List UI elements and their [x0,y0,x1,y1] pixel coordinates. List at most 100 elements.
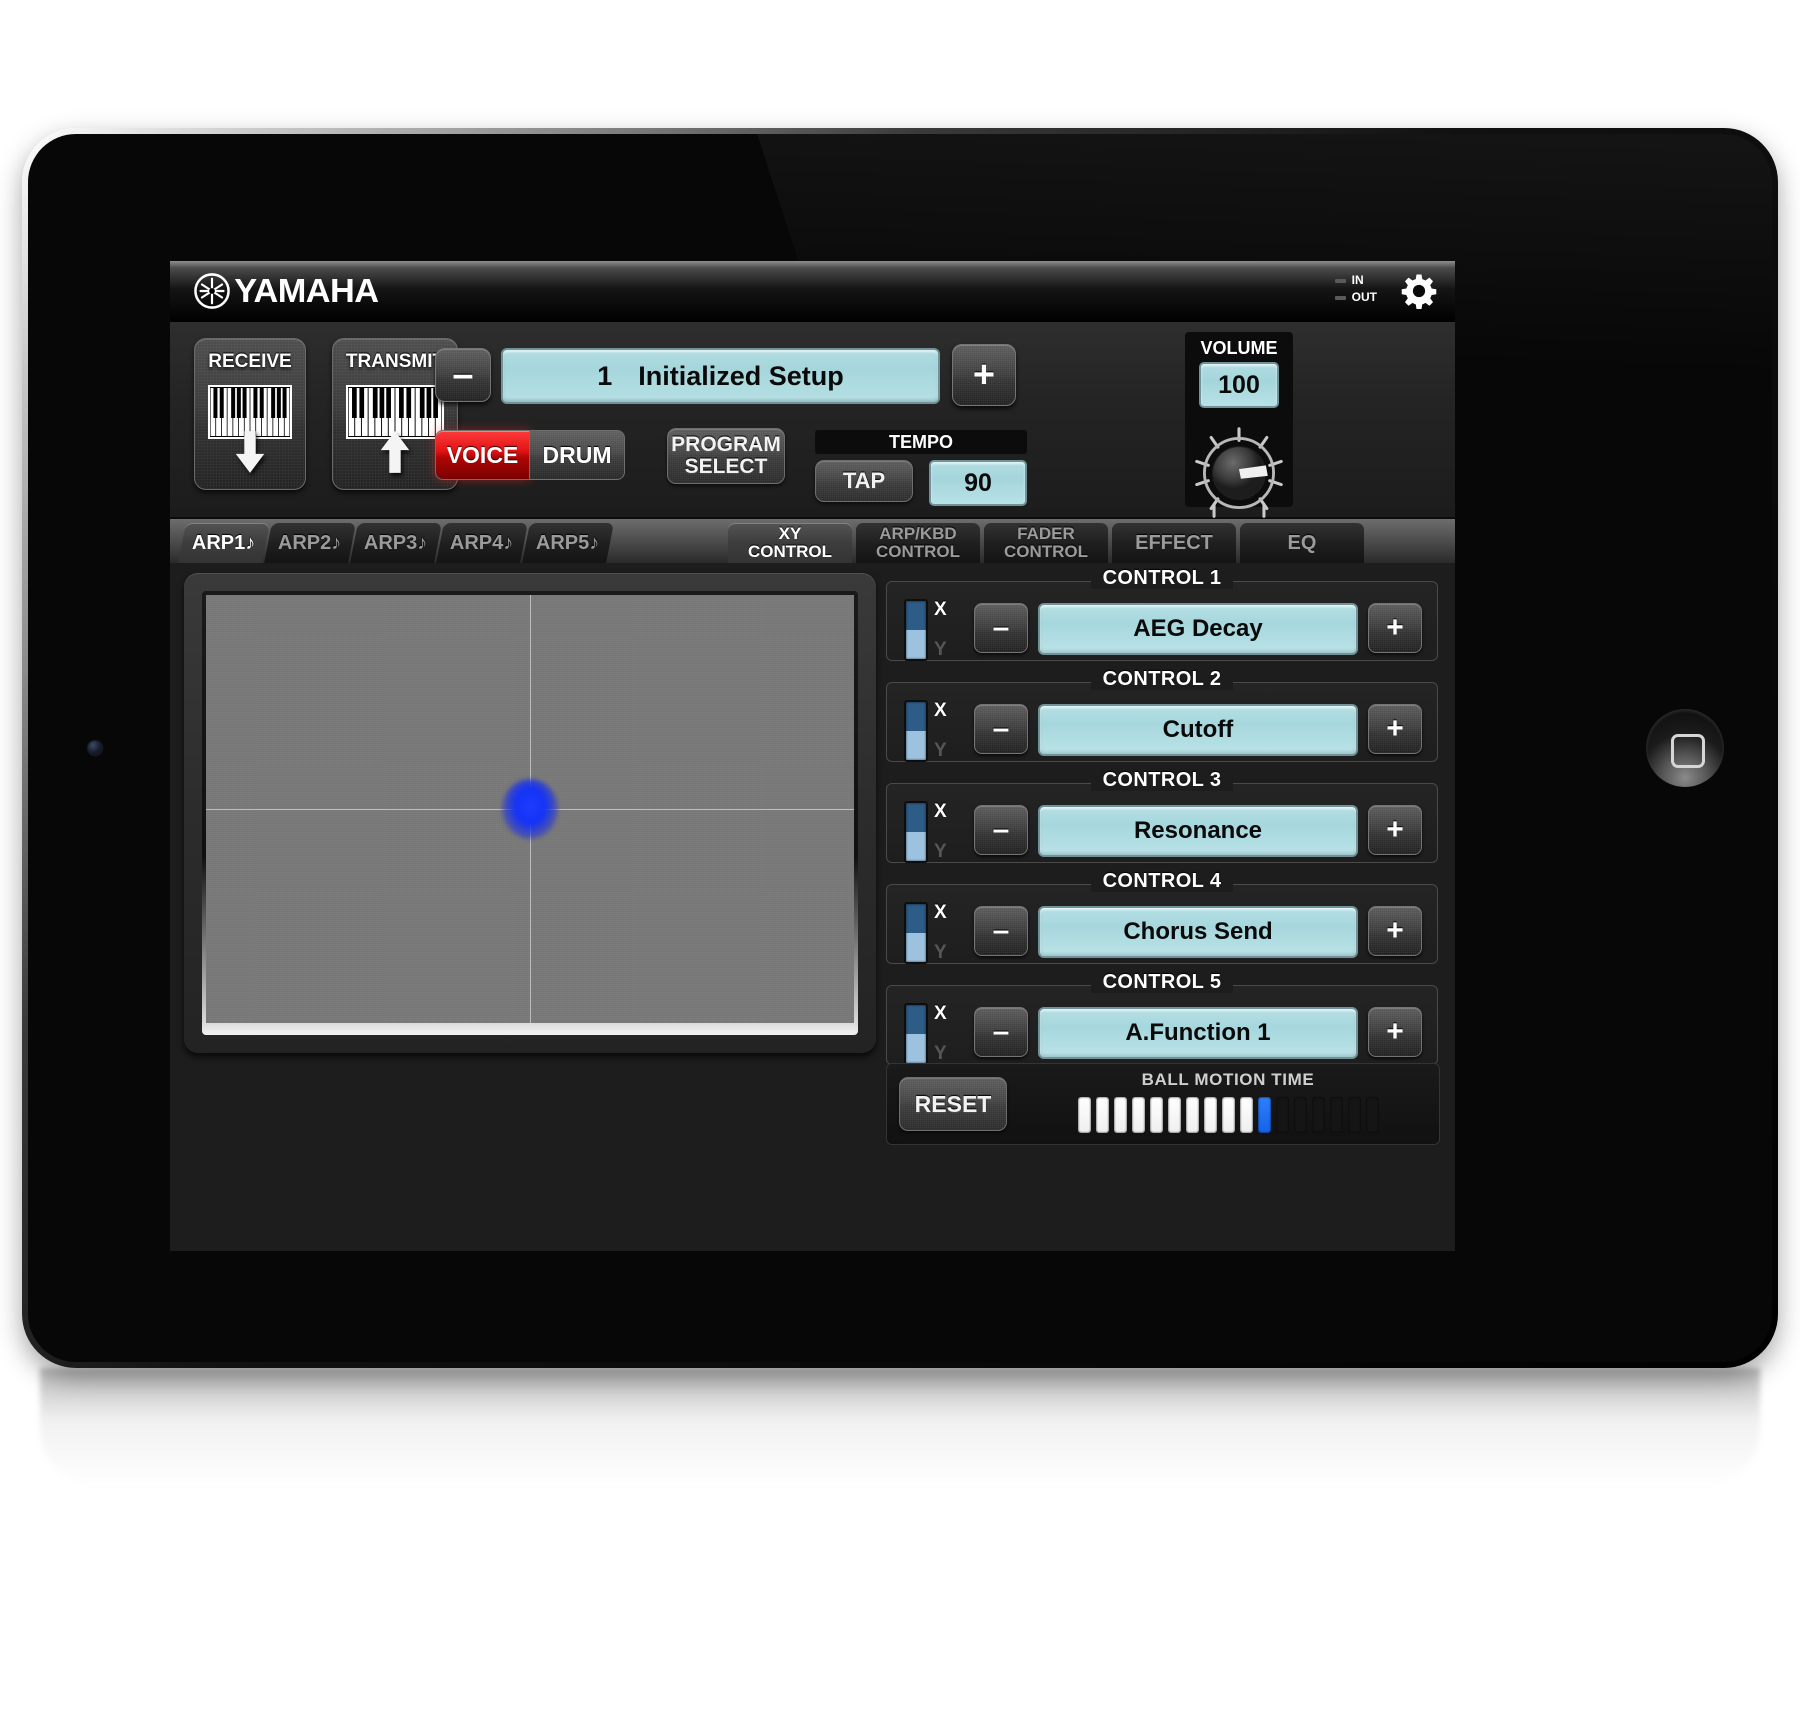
axis-x-label: X [934,801,947,822]
home-square-icon [1671,734,1705,768]
midi-out-label: OUT [1351,290,1377,304]
control-title-text: CONTROL 5 [1090,971,1234,993]
ball-motion-segment[interactable] [1167,1097,1181,1133]
tempo-value[interactable]: 90 [929,460,1027,506]
control-decrement-button[interactable]: – [974,1007,1028,1057]
control-title-text: CONTROL 2 [1090,668,1234,690]
reset-button[interactable]: RESET [899,1077,1007,1131]
midi-io-indicator: IN OUT [1334,272,1377,306]
volume-value[interactable]: 100 [1199,362,1279,408]
control-decrement-button[interactable]: – [974,704,1028,754]
control-value-display[interactable]: A.Function 1 [1038,1007,1358,1059]
control-increment-button[interactable]: + [1368,704,1422,754]
control-axis-switch[interactable]: XY [904,700,964,762]
tab-arp3-label: ARP3♪ [364,531,428,554]
control-axis-switch[interactable]: XY [904,1003,964,1065]
ball-motion-segment[interactable] [1239,1097,1253,1133]
ball-motion-time-meter[interactable] [1027,1097,1429,1133]
program-select-button[interactable]: PROGRAM SELECT [667,428,785,484]
tab-arp1-label: ARP1♪ [192,531,256,554]
control-axis-switch[interactable]: XY [904,801,964,863]
control-increment-button[interactable]: + [1368,1007,1422,1057]
gear-icon[interactable] [1401,273,1437,309]
xy-pad[interactable] [206,595,854,1023]
control-value-display[interactable]: AEG Decay [1038,603,1358,655]
tab-fader-control[interactable]: FADER CONTROL [984,523,1108,563]
ball-motion-segment[interactable] [1311,1097,1325,1133]
volume-panel: VOLUME 100 [1185,332,1293,518]
control-decrement-button[interactable]: – [974,603,1028,653]
drum-button[interactable]: DRUM [530,430,625,480]
ball-motion-segment[interactable] [1077,1097,1091,1133]
receive-button[interactable]: RECEIVE [194,338,306,490]
control-value-display[interactable]: Chorus Send [1038,906,1358,958]
ball-motion-segment[interactable] [1257,1097,1271,1133]
tab-eq[interactable]: EQ [1240,523,1364,563]
ball-motion-segment[interactable] [1113,1097,1127,1133]
ball-motion-segment[interactable] [1347,1097,1361,1133]
ball-motion-segment[interactable] [1203,1097,1217,1133]
control-title: CONTROL 5 [886,971,1438,994]
control-value-display[interactable]: Resonance [1038,805,1358,857]
xy-ball[interactable] [502,779,558,839]
control-decrement-button[interactable]: – [974,906,1028,956]
ball-motion-segment[interactable] [1275,1097,1289,1133]
axis-y-label: Y [934,740,947,761]
control-increment-button[interactable]: + [1368,603,1422,653]
program-display[interactable]: 1 Initialized Setup [501,348,940,404]
voice-button[interactable]: VOICE [435,430,530,480]
tab-arp2[interactable]: ARP2♪ [264,523,356,563]
minus-icon: – [992,611,1010,644]
minus-icon: – [992,914,1010,947]
tab-arp5[interactable]: ARP5♪ [522,523,614,563]
control-axis-switch[interactable]: XY [904,902,964,964]
ball-motion-segment[interactable] [1149,1097,1163,1133]
ball-motion-segment[interactable] [1095,1097,1109,1133]
tab-fader-line2: CONTROL [1003,542,1089,561]
control-row-4: CONTROL 4 X Y – Chorus Send + [886,870,1438,968]
axis-y-label: Y [934,639,947,660]
ball-motion-segment[interactable] [1329,1097,1343,1133]
ball-motion-segment[interactable] [1365,1097,1379,1133]
control-axis-switch[interactable]: XY [904,599,964,661]
device-reflection [40,1368,1760,1488]
tab-arp-kbd-line2: CONTROL [875,542,961,561]
yamaha-logo: YAMAHA [194,272,379,310]
tab-fader-line1: FADER [1017,524,1075,544]
ball-motion-segment[interactable] [1221,1097,1235,1133]
tab-arp4[interactable]: ARP4♪ [436,523,528,563]
ball-motion-segment[interactable] [1293,1097,1307,1133]
control-row-3: CONTROL 3 X Y – Resonance + [886,769,1438,867]
home-button[interactable] [1646,709,1724,787]
control-increment-button[interactable]: + [1368,805,1422,855]
axis-switch-track [904,902,928,964]
plus-icon: + [1386,914,1404,947]
midi-out-led [1334,295,1346,300]
program-increment-button[interactable]: + [952,344,1016,406]
ball-motion-segment[interactable] [1131,1097,1145,1133]
control-decrement-button[interactable]: – [974,805,1028,855]
axis-switch-track [904,1003,928,1065]
tab-xy-control-line2: CONTROL [747,542,833,561]
app-header: YAMAHA IN OUT [170,261,1455,322]
tab-effect[interactable]: EFFECT [1112,523,1236,563]
tap-button[interactable]: TAP [815,460,913,502]
xy-pad-frame [202,591,858,1035]
tab-arp-kbd-control[interactable]: ARP/KBD CONTROL [856,523,980,563]
minus-icon: – [992,813,1010,846]
midi-in-label: IN [1351,273,1364,287]
program-decrement-button[interactable]: – [435,348,491,402]
program-number: 1 [597,360,613,391]
ball-motion-segment[interactable] [1185,1097,1199,1133]
tab-arp1[interactable]: ARP1♪ [178,523,270,563]
axis-switch-track [904,700,928,762]
volume-knob[interactable] [1191,425,1287,521]
control-increment-button[interactable]: + [1368,906,1422,956]
yamaha-tuning-fork-icon [194,273,230,309]
control-value-display[interactable]: Cutoff [1038,704,1358,756]
tab-arp3[interactable]: ARP3♪ [350,523,442,563]
tab-xy-control[interactable]: XY CONTROL [728,523,852,563]
tab-eq-label: EQ [1287,531,1317,554]
voice-drum-segmented: VOICE DRUM [435,430,625,480]
top-control-strip: RECEIVE TRANSMIT – 1 Initialized Setup +… [170,322,1455,519]
